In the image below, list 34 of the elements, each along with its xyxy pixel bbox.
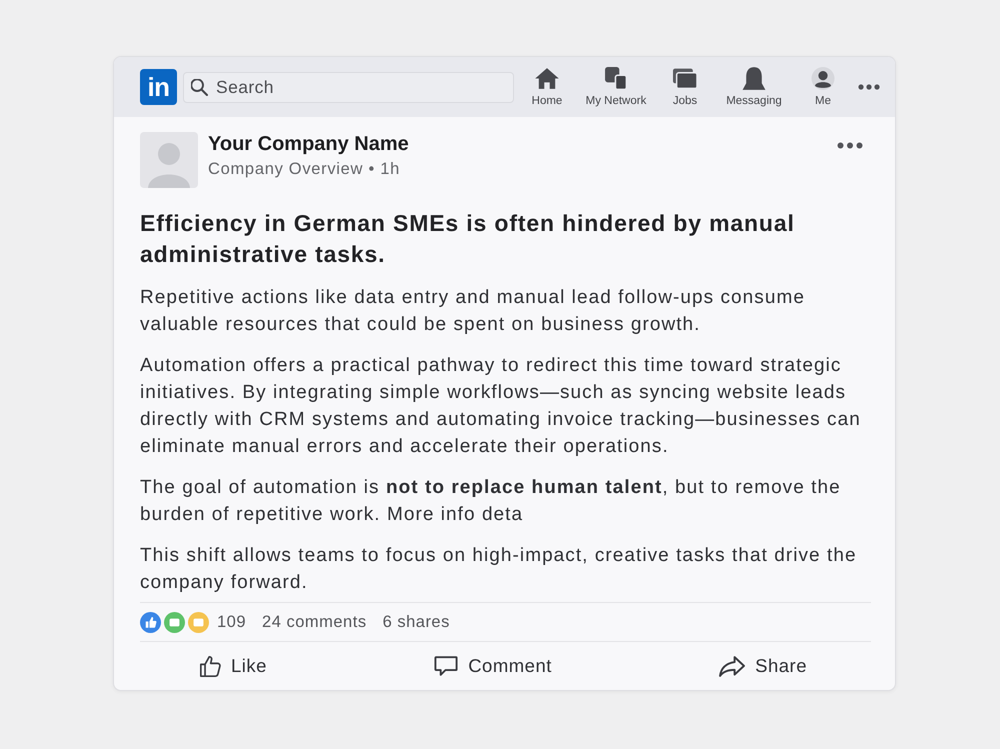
more-button[interactable] xyxy=(858,84,880,90)
search-icon xyxy=(191,78,208,96)
bell-icon xyxy=(742,66,766,90)
comment-button[interactable]: Comment xyxy=(434,655,552,677)
reaction-count[interactable]: 109 xyxy=(217,612,246,632)
post-meta: Company Overview • 1h xyxy=(208,159,401,179)
nav-item[interactable]: Me xyxy=(790,66,856,108)
comment-count[interactable]: 24 comments xyxy=(262,612,367,632)
share-arrow-icon xyxy=(719,656,746,676)
thumbs-up-icon xyxy=(200,656,221,676)
more-button[interactable] xyxy=(837,142,863,149)
more-icon xyxy=(858,84,880,90)
logo[interactable]: in xyxy=(140,69,177,105)
user-icon xyxy=(811,66,835,90)
nav-item[interactable]: Home xyxy=(514,66,580,108)
post-paragraph: Repetitive actions like data entry and manual lead follow-ups consume valuable resources that could be spent on business growth. xyxy=(140,286,806,337)
like-button[interactable]: Like xyxy=(200,655,267,677)
share-button[interactable]: Share xyxy=(719,655,807,677)
nav-item[interactable]: Jobs xyxy=(652,66,718,108)
nav-item[interactable]: My Network xyxy=(583,66,649,108)
share-count[interactable]: 6 shares xyxy=(382,612,450,632)
avatar-placeholder xyxy=(140,132,198,188)
stacked-cards-icon xyxy=(673,66,697,90)
post-headline: Efficiency in German SMEs is often hindered by manual administrative tasks. xyxy=(140,209,796,269)
post-paragraph: Automation offers a practical pathway to redirect this time toward strategic initiatives. By integrating simple workflows—such as syncing website leads directly with CRM systems and automating invoice tracking—businesses can eliminate manual errors and accelerate their operations. xyxy=(140,354,862,459)
search-field[interactable]: Search xyxy=(183,72,514,102)
nav-item[interactable]: Messaging xyxy=(721,66,787,108)
company-name[interactable]: Your Company Name xyxy=(208,132,837,156)
overlapping-squares-icon xyxy=(604,66,628,90)
speech-bubble-icon xyxy=(434,656,458,676)
post-paragraph: The goal of automation is not to replace human talent, but to remove the burden of repetitive work. More info deta xyxy=(140,476,842,527)
more-icon xyxy=(837,142,863,149)
house-icon xyxy=(535,66,559,90)
post-paragraph: This shift allows teams to focus on high-impact, creative tasks that drive the company forward. xyxy=(140,544,858,595)
